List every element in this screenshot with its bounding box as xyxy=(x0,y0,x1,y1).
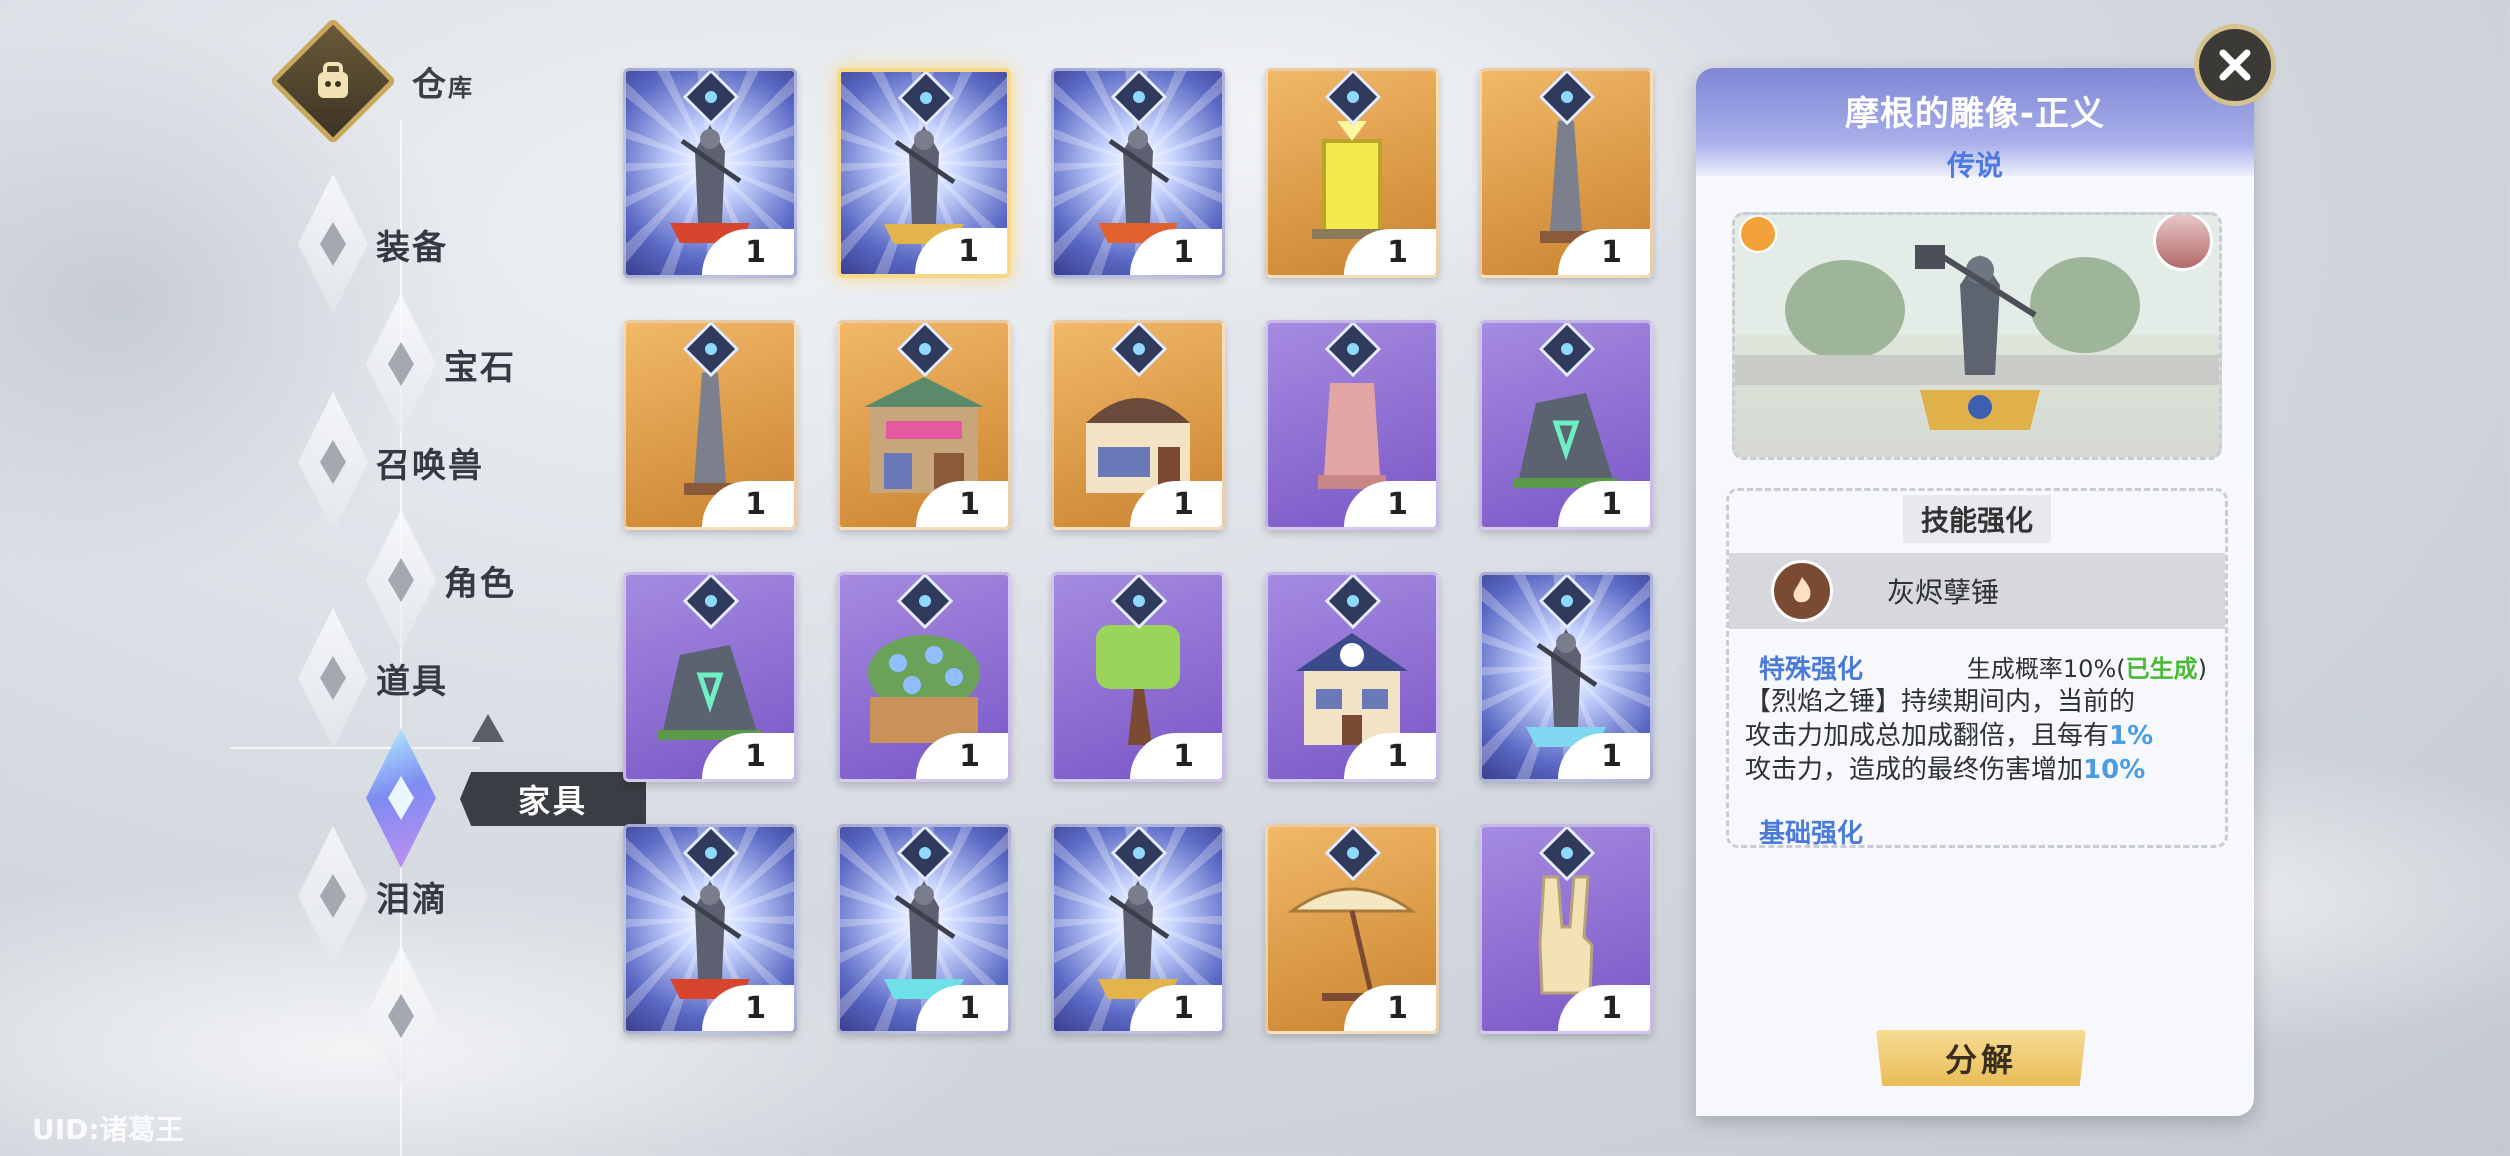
item-title: 摩根的雕像-正义 xyxy=(1844,94,2106,134)
close-icon xyxy=(2219,49,2251,81)
item-card[interactable]: 1 xyxy=(1265,320,1439,530)
item-card[interactable]: 1 xyxy=(1051,824,1225,1034)
triangle-icon xyxy=(472,714,504,742)
item-preview xyxy=(1732,212,2222,460)
warehouse-title: 仓库 xyxy=(412,64,474,105)
item-card[interactable]: 1 xyxy=(1479,572,1653,782)
special-enhance-label: 特殊强化 xyxy=(1759,655,1864,685)
item-card[interactable]: 1 xyxy=(1051,572,1225,782)
nav-item-teardrops[interactable]: 泪滴 xyxy=(298,826,448,966)
item-card[interactable]: 1 xyxy=(623,68,797,278)
item-card[interactable]: 1 xyxy=(623,320,797,530)
item-card[interactable]: 1 xyxy=(1051,68,1225,278)
nav-item-label: 装备 xyxy=(376,227,448,268)
item-card[interactable]: 1 xyxy=(837,320,1011,530)
skill-row: 灰烬孽锤 xyxy=(1729,553,2225,629)
item-card[interactable]: 1 xyxy=(623,572,797,782)
item-grid: 1 1 111111111111 1 1 1 111 xyxy=(623,68,1673,1046)
nav-item-label: 角色 xyxy=(444,563,516,604)
flame-hammer-icon xyxy=(1771,560,1833,622)
item-rarity: 传说 xyxy=(1946,149,2003,182)
nav-item-label: 召唤兽 xyxy=(376,445,484,486)
base-enhance-label: 基础强化 xyxy=(1759,819,1864,849)
diamond-icon xyxy=(298,608,368,748)
nav-item-label: 道具 xyxy=(376,661,448,702)
nav-item-label: 泪滴 xyxy=(376,879,448,920)
skill-name: 灰烬孽锤 xyxy=(1887,576,2000,609)
backpack-icon xyxy=(269,17,397,145)
decompose-button[interactable]: 分解 xyxy=(1876,1030,2086,1086)
fire-element-icon xyxy=(1739,215,1777,253)
warehouse-header: 仓库 xyxy=(269,17,474,145)
diamond-icon xyxy=(366,946,436,1086)
active-nav-tag: 家具 xyxy=(460,772,646,826)
nav-item-props[interactable]: 道具 xyxy=(298,608,448,748)
item-card[interactable]: 1 xyxy=(1479,824,1653,1034)
diamond-icon xyxy=(298,174,368,314)
close-button[interactable] xyxy=(2194,24,2276,106)
generate-rate: 生成概率10%(已生成) xyxy=(1966,655,2207,683)
skill-description: 【烈焰之锤】持续期间内，当前的 攻击力加成总加成翻倍，且每有1% 攻击力，造成的… xyxy=(1745,687,2154,785)
item-card[interactable]: 1 xyxy=(837,572,1011,782)
uid-label: UID:诸葛王 xyxy=(32,1113,184,1146)
item-detail-panel: 摩根的雕像-正义 传说 技能强化 灰烬孽锤 特殊强化 生成概率10%(已生成) xyxy=(1696,68,2254,1116)
nav-item-empty xyxy=(366,946,436,1086)
item-card[interactable]: 1 xyxy=(1479,68,1653,278)
nav-item-equipment[interactable]: 装备 xyxy=(298,174,448,314)
item-card[interactable]: 1 xyxy=(837,68,1011,278)
diamond-icon xyxy=(298,392,368,532)
nav-item-label: 宝石 xyxy=(444,347,516,388)
diamond-icon xyxy=(298,826,368,966)
item-card[interactable]: 1 xyxy=(1265,572,1439,782)
item-card[interactable]: 1 xyxy=(1265,824,1439,1034)
item-card[interactable]: 1 xyxy=(623,824,797,1034)
item-card[interactable]: 1 xyxy=(837,824,1011,1034)
character-avatar xyxy=(2153,215,2213,271)
skill-tab: 技能强化 xyxy=(1729,489,2225,543)
panel-header: 摩根的雕像-正义 传说 xyxy=(1696,68,2254,182)
item-card[interactable]: 1 xyxy=(1479,320,1653,530)
item-card[interactable]: 1 xyxy=(1265,68,1439,278)
item-card[interactable]: 1 xyxy=(1051,320,1225,530)
skill-enhance-box: 技能强化 灰烬孽锤 特殊强化 生成概率10%(已生成) 【烈焰之锤】持续期间内，… xyxy=(1726,488,2228,849)
